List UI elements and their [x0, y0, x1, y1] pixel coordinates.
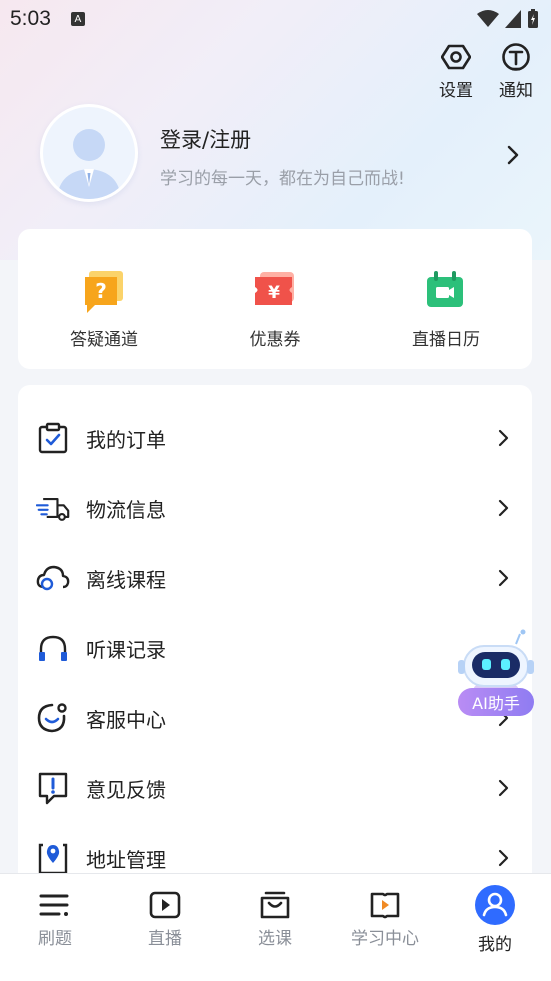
location-pin-icon: [36, 841, 70, 875]
settings-label: 设置: [439, 81, 473, 101]
chevron-right-icon: [498, 429, 509, 447]
signal-icon: [505, 10, 521, 28]
menu-item-customer-service[interactable]: 客服中心: [18, 683, 532, 753]
robot-icon: [458, 629, 534, 694]
user-icon: [475, 885, 515, 925]
quick-action-coupons[interactable]: ¥ 优惠券: [190, 269, 360, 350]
chevron-right-icon: [498, 569, 509, 587]
status-bar: 5:03 A: [0, 0, 551, 38]
chevron-right-icon: [507, 145, 519, 165]
battery-icon: [528, 9, 538, 28]
customer-service-icon: [36, 701, 70, 735]
tab-learning-center[interactable]: 学习中心: [330, 890, 440, 949]
shopping-bag-icon: [260, 891, 290, 919]
menu-item-label: 客服中心: [86, 707, 166, 732]
quick-action-label: 优惠券: [249, 330, 301, 350]
quick-action-qa-channel[interactable]: ? 答疑通道: [19, 269, 189, 350]
menu-item-listening-history[interactable]: 听课记录: [18, 613, 532, 683]
ai-assistant-button[interactable]: AI助手: [456, 626, 536, 718]
bottom-tab-bar: 刷题 直播 选课 学习中心 我的: [0, 873, 551, 981]
ai-assistant-label: AI助手: [458, 688, 534, 716]
play-icon: [149, 891, 181, 919]
quick-action-live-calendar[interactable]: 直播日历: [361, 269, 531, 350]
notification-icon: [502, 43, 530, 71]
menu-item-feedback[interactable]: 意见反馈: [18, 753, 532, 823]
menu-item-logistics[interactable]: 物流信息: [18, 473, 532, 543]
notification-a-icon: A: [70, 12, 85, 26]
tab-live[interactable]: 直播: [110, 890, 220, 949]
delivery-truck-icon: [36, 491, 70, 525]
login-register-label: 登录/注册: [160, 128, 252, 152]
tab-label: 刷题: [38, 929, 72, 949]
menu-list-card: 我的订单 物流信息 离线课程 听课记录 客服中心 意见反馈 地址管理: [18, 385, 532, 905]
profile-motto: 学习的每一天，都在为自己而战!: [160, 169, 405, 189]
list-icon: [39, 894, 69, 916]
menu-item-label: 物流信息: [86, 497, 166, 522]
svg-text:¥: ¥: [268, 283, 280, 303]
chevron-right-icon: [498, 849, 509, 867]
question-bubble-icon: ?: [85, 271, 123, 313]
avatar: [40, 104, 138, 202]
coupon-icon: ¥: [255, 272, 294, 305]
profile-login-row[interactable]: 登录/注册 学习的每一天，都在为自己而战!: [40, 104, 530, 204]
quick-action-label: 直播日历: [412, 330, 480, 350]
menu-item-label: 地址管理: [86, 847, 166, 872]
live-calendar-icon: [427, 271, 463, 307]
notifications-button[interactable]: 通知: [499, 42, 533, 101]
default-avatar-icon: [57, 129, 121, 199]
menu-item-offline-courses[interactable]: 离线课程: [18, 543, 532, 613]
feedback-icon: [36, 771, 70, 805]
offline-cloud-icon: [36, 561, 70, 595]
menu-item-orders[interactable]: 我的订单: [18, 403, 532, 473]
tab-courses[interactable]: 选课: [220, 890, 330, 949]
tab-label: 学习中心: [351, 929, 419, 949]
chevron-right-icon: [498, 779, 509, 797]
quick-action-label: 答疑通道: [70, 330, 138, 350]
status-time: 5:03: [10, 7, 51, 30]
menu-item-label: 意见反馈: [86, 777, 166, 802]
status-indicators: [477, 9, 539, 29]
tab-practice[interactable]: 刷题: [0, 890, 110, 949]
menu-item-label: 离线课程: [86, 567, 166, 592]
tab-mine[interactable]: 我的: [440, 885, 550, 955]
tab-label: 直播: [148, 929, 182, 949]
settings-icon: [441, 44, 471, 70]
quick-actions-card: ? 答疑通道 ¥ 优惠券 直播日历: [18, 229, 532, 369]
svg-text:?: ?: [95, 279, 107, 303]
settings-button[interactable]: 设置: [439, 42, 473, 101]
menu-item-label: 听课记录: [86, 637, 166, 662]
order-clipboard-icon: [36, 421, 70, 455]
book-play-icon: [370, 892, 400, 919]
wifi-icon: [477, 10, 499, 27]
notifications-label: 通知: [499, 81, 533, 101]
tab-label: 我的: [478, 935, 512, 955]
menu-item-label: 我的订单: [86, 427, 166, 452]
tab-label: 选课: [258, 929, 292, 949]
header-actions: 设置 通知: [439, 42, 533, 101]
chevron-right-icon: [498, 499, 509, 517]
headphones-icon: [36, 631, 70, 665]
